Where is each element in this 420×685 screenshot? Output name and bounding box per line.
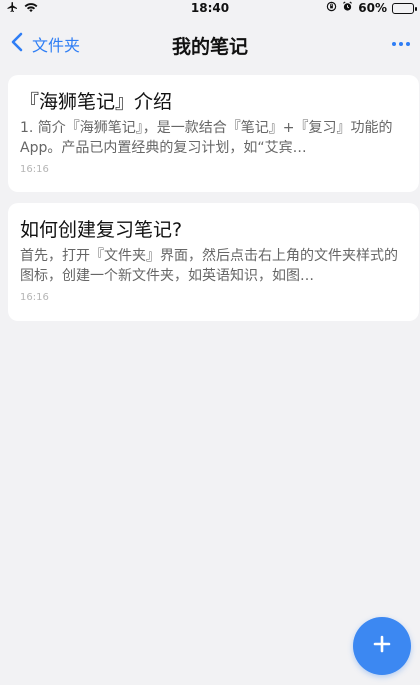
note-preview: 1. 简介『海狮笔记』，是一款结合『笔记』+『复习』功能的App。产品已内置经典… xyxy=(20,120,393,156)
note-time: 16:16 xyxy=(20,164,49,175)
dot xyxy=(406,42,410,46)
note-title: 『海狮笔记』介绍 xyxy=(20,91,173,113)
battery-tip xyxy=(415,6,417,11)
orientation-lock-icon xyxy=(326,1,337,15)
more-dots-icon[interactable] xyxy=(386,34,416,54)
note-card[interactable]: 『海狮笔记』介绍 1. 简介『海狮笔记』，是一款结合『笔记』+『复习』功能的Ap… xyxy=(8,75,419,192)
battery-icon xyxy=(392,2,417,14)
dot xyxy=(392,42,396,46)
note-time: 16:16 xyxy=(20,292,49,303)
plus-icon xyxy=(373,635,391,657)
status-bar: 18:40 60% xyxy=(0,0,420,18)
page-title: 我的笔记 xyxy=(171,36,248,58)
note-preview: 首先，打开『文件夹』界面，然后点击右上角的文件夹样式的图标，创建一个新文件夹，如… xyxy=(20,248,398,284)
add-note-button[interactable] xyxy=(353,617,411,675)
alarm-icon xyxy=(342,1,353,15)
note-card[interactable]: 如何创建复习笔记? 首先，打开『文件夹』界面，然后点击右上角的文件夹样式的图标，… xyxy=(8,203,419,321)
notes-screen: 18:40 60% 文件夹 我的笔记 『海狮笔记』介绍 1. 简介『海狮笔记』，… xyxy=(0,0,420,685)
note-title: 如何创建复习笔记? xyxy=(20,219,183,241)
battery-percent: 60% xyxy=(358,1,387,15)
status-right: 60% xyxy=(326,1,417,15)
navigation-bar: 文件夹 我的笔记 xyxy=(0,22,420,66)
dot xyxy=(399,42,403,46)
